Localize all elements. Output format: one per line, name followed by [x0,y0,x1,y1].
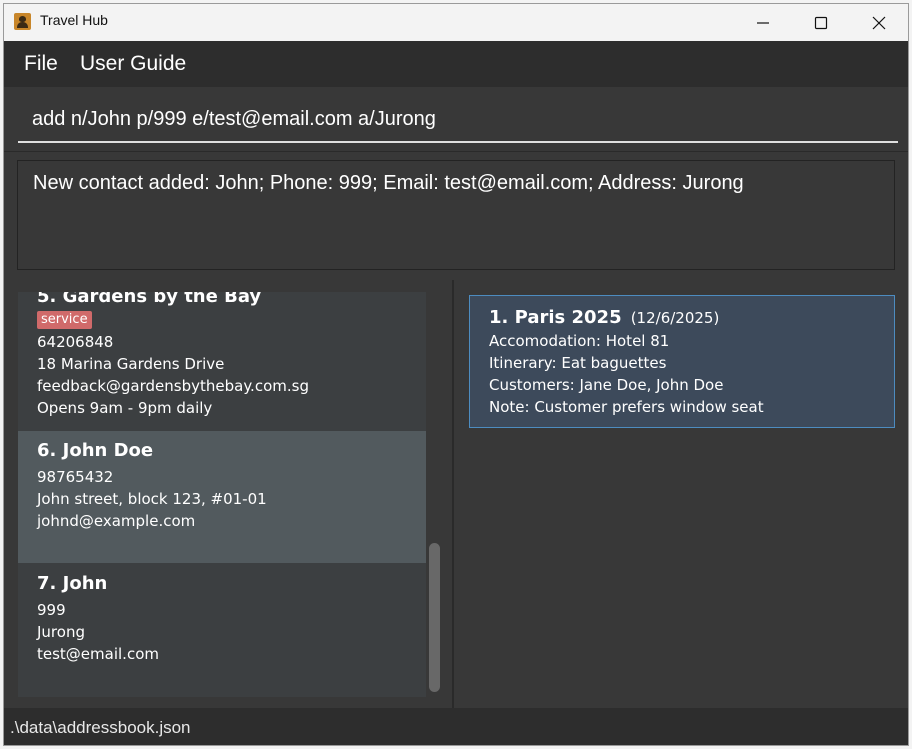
minimize-button[interactable] [734,4,792,41]
person-card[interactable]: 5. Gardens by the Bay service 64206848 1… [18,292,426,431]
person-card-selected[interactable]: 6. John Doe 98765432 John street, block … [18,431,426,563]
person-email: feedback@gardensbythebay.com.sg [37,377,309,395]
maximize-button[interactable] [792,4,850,41]
trip-customers: Customers: Jane Doe, John Doe [489,376,724,394]
title-bar: Travel Hub [4,4,908,41]
person-tag: service [37,311,92,329]
person-name: 7. John [37,573,108,594]
result-display: New contact added: John; Phone: 999; Ema… [17,160,895,270]
person-note: Opens 9am - 9pm daily [37,399,213,417]
list-panels: 5. Gardens by the Bay service 64206848 1… [4,280,908,708]
person-address: 18 Marina Gardens Drive [37,355,225,373]
trip-accommodation: Accomodation: Hotel 81 [489,332,670,350]
close-icon [872,16,886,30]
close-button[interactable] [850,4,908,41]
person-name: 5. Gardens by the Bay [37,292,262,307]
menu-bar: File User Guide [4,41,908,87]
status-bar: .\data\addressbook.json [4,708,908,745]
person-email: test@email.com [37,645,159,663]
window-title: Travel Hub [40,12,108,28]
command-box [4,87,908,151]
person-email: johnd@example.com [37,512,196,530]
person-list-scrollbar[interactable] [429,543,440,692]
person-address: Jurong [37,623,85,641]
minimize-icon [757,22,769,24]
trip-note: Note: Customer prefers window seat [489,398,764,416]
trip-date: (12/6/2025) [630,309,720,327]
app-window: Travel Hub File User Guide New contact a… [3,3,909,746]
person-phone: 999 [37,601,66,619]
trip-list[interactable]: 1. Paris 2025 (12/6/2025) Accomodation: … [469,295,895,695]
trip-itinerary: Itinerary: Eat baguettes [489,354,667,372]
maximize-icon [814,16,828,30]
app-icon [14,13,31,30]
result-display-area: New contact added: John; Phone: 999; Ema… [4,151,908,281]
trip-name: 1. Paris 2025 [489,307,622,328]
person-phone: 64206848 [37,333,114,351]
command-input[interactable] [18,97,898,143]
person-list[interactable]: 5. Gardens by the Bay service 64206848 1… [18,292,426,697]
person-card[interactable]: 7. John 999 Jurong test@email.com [18,563,426,697]
person-phone: 98765432 [37,468,114,486]
trip-card[interactable]: 1. Paris 2025 (12/6/2025) Accomodation: … [469,295,895,428]
menu-user-guide[interactable]: User Guide [80,52,186,76]
person-address: John street, block 123, #01-01 [37,490,267,508]
save-location: .\data\addressbook.json [10,718,191,737]
menu-file[interactable]: File [24,52,58,76]
person-name: 6. John Doe [37,440,154,461]
panel-divider[interactable] [452,280,454,708]
